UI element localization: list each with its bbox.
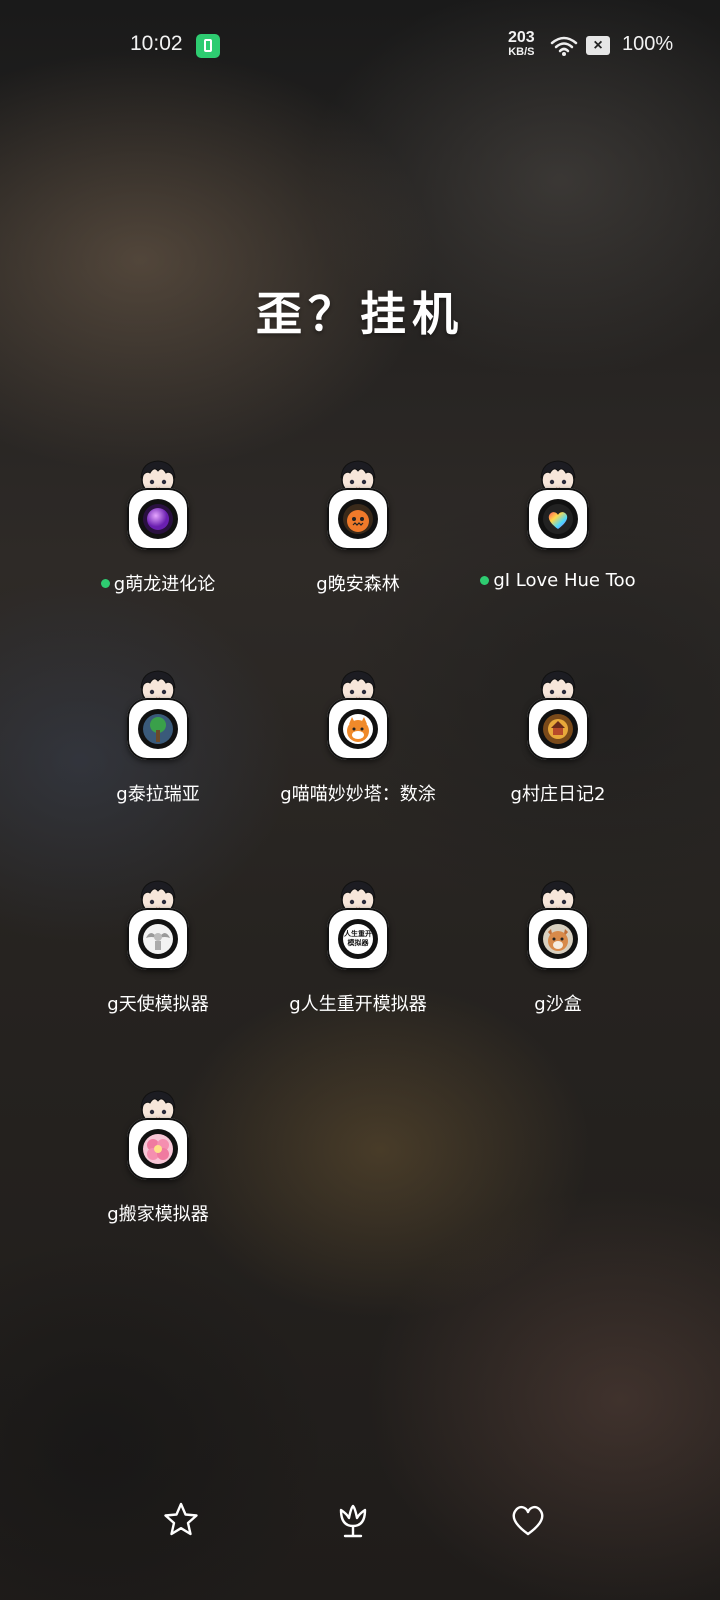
flower-icon[interactable] [333, 1500, 373, 1540]
app-label: g搬家模拟器 [107, 1200, 208, 1226]
app-badge [527, 488, 589, 550]
app-label-text: g萌龙进化论 [113, 574, 216, 595]
text-badge-icon: 人生重开模拟器 [343, 924, 373, 954]
app-badge: 人生重开模拟器 [327, 908, 389, 970]
app-icon[interactable] [525, 878, 591, 978]
app-icon[interactable] [125, 668, 191, 768]
app-shortcut[interactable]: g喵喵妙妙塔：数涂 [258, 668, 458, 878]
dock [0, 1500, 720, 1560]
star-icon[interactable] [161, 1500, 201, 1540]
status-bar: 10:02 203 KB/S × 100% [0, 0, 720, 90]
app-icon[interactable] [125, 878, 191, 978]
app-icon[interactable] [325, 668, 391, 768]
app-grid: g萌龙进化论 g晚安森林 gI Love Hue Too g泰拉瑞亚 g喵喵妙妙塔：数涂… [58, 458, 658, 1298]
app-label-text: g沙盒 [534, 994, 582, 1015]
app-label: g泰拉瑞亚 [116, 780, 199, 806]
app-shortcut[interactable]: g天使模拟器 [58, 878, 258, 1088]
app-shortcut[interactable]: g萌龙进化论 [58, 458, 258, 668]
app-label-text: g泰拉瑞亚 [116, 784, 200, 805]
orange-cat-icon [343, 714, 373, 744]
heart-icon[interactable] [508, 1500, 548, 1540]
app-label: g萌龙进化论 [100, 570, 216, 596]
purple-sphere-icon [143, 504, 173, 534]
app-badge [127, 908, 189, 970]
badge-ring [138, 1129, 178, 1169]
network-speed-value: 203 [508, 29, 535, 46]
app-label-text: g天使模拟器 [107, 994, 209, 1015]
badge-ring [338, 499, 378, 539]
app-label: g沙盒 [534, 990, 581, 1016]
app-label: g喵喵妙妙塔：数涂 [280, 780, 435, 806]
app-badge [127, 698, 189, 760]
badge-ring [538, 919, 578, 959]
badge-ring [138, 709, 178, 749]
badge-ring [138, 919, 178, 959]
app-label: gI Love Hue Too [480, 570, 636, 591]
app-shortcut[interactable]: g晚安森林 [258, 458, 458, 668]
app-shortcut[interactable]: g搬家模拟器 [58, 1088, 258, 1298]
app-label-text: g人生重开模拟器 [289, 994, 427, 1015]
pink-flower-icon [143, 1134, 173, 1164]
fox-icon [543, 924, 573, 954]
badge-ring [538, 499, 578, 539]
app-icon[interactable] [325, 458, 391, 558]
app-label-text: g搬家模拟器 [107, 1204, 209, 1225]
no-sim-icon: × [586, 36, 610, 55]
app-icon[interactable] [125, 1088, 191, 1188]
wifi-icon [550, 36, 578, 56]
app-label-text: g村庄日记2 [510, 784, 606, 805]
badge-ring: 人生重开模拟器 [338, 919, 378, 959]
app-badge [127, 488, 189, 550]
art-text: 人生重开模拟器 [344, 930, 372, 947]
battery-saver-icon [196, 34, 220, 58]
app-label: g村庄日记2 [511, 780, 606, 806]
app-badge [527, 908, 589, 970]
orange-creature-icon [343, 504, 373, 534]
badge-ring [338, 709, 378, 749]
update-dot-icon [480, 576, 490, 585]
app-label-text: g喵喵妙妙塔：数涂 [280, 784, 436, 805]
angel-icon [143, 924, 173, 954]
app-shortcut[interactable]: g泰拉瑞亚 [58, 668, 258, 878]
tree-icon [143, 714, 173, 744]
app-badge [127, 1118, 189, 1180]
app-badge [327, 488, 389, 550]
app-label: g晚安森林 [316, 570, 399, 596]
app-icon[interactable] [525, 458, 591, 558]
app-shortcut[interactable]: g村庄日记2 [458, 668, 658, 878]
rainbow-heart-icon [543, 504, 573, 534]
clock: 10:02 [130, 32, 183, 55]
badge-ring [538, 709, 578, 749]
village-icon [543, 714, 573, 744]
app-badge [327, 698, 389, 760]
app-shortcut[interactable]: 人生重开模拟器 g人生重开模拟器 [258, 878, 458, 1088]
app-label: g人生重开模拟器 [289, 990, 426, 1016]
app-badge [527, 698, 589, 760]
network-speed-unit: KB/S [508, 46, 535, 58]
network-speed: 203 KB/S [508, 30, 535, 58]
page-title: 歪？挂机 [256, 287, 464, 341]
app-icon[interactable] [525, 668, 591, 768]
app-label: g天使模拟器 [107, 990, 208, 1016]
app-label-text: g晚安森林 [316, 574, 400, 595]
badge-ring [138, 499, 178, 539]
update-dot-icon [100, 578, 110, 588]
app-icon[interactable] [125, 458, 191, 558]
app-icon[interactable]: 人生重开模拟器 [325, 878, 391, 978]
battery-level: 100% [622, 33, 674, 55]
app-shortcut[interactable]: g沙盒 [458, 878, 658, 1088]
app-shortcut[interactable]: gI Love Hue Too [458, 458, 658, 668]
app-label-text: gI Love Hue Too [493, 570, 636, 591]
